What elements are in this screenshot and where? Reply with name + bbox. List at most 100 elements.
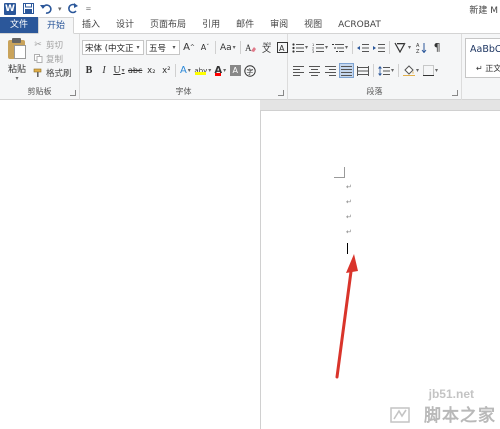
line-spacing-button[interactable]: ▾ xyxy=(377,63,395,78)
grow-font-label: A xyxy=(183,42,190,53)
text-effects-button[interactable]: A ▾ xyxy=(178,63,192,78)
paste-button[interactable]: 粘贴 ▾ xyxy=(4,38,30,82)
align-right-button[interactable] xyxy=(323,63,337,78)
tab-view[interactable]: 视图 xyxy=(296,17,330,33)
watermark-logo-icon xyxy=(390,407,410,423)
cut-label: 剪切 xyxy=(46,40,64,51)
redo-icon[interactable] xyxy=(68,3,80,15)
paste-dropdown-icon[interactable]: ▾ xyxy=(4,75,30,82)
font-group: 宋体 (中文正文 ▾ 五号 ▾ A^ Aˇ Aa▾ A 文wén A B xyxy=(80,34,289,100)
paste-label: 粘贴 xyxy=(7,65,26,75)
tab-insert[interactable]: 插入 xyxy=(74,17,108,33)
highlight-button[interactable]: aby ▾ xyxy=(193,63,212,78)
style-sample-text: AaBbCcDd xyxy=(470,44,500,55)
highlighter-icon: aby xyxy=(194,67,207,75)
tab-acrobat[interactable]: ACROBAT xyxy=(330,17,389,33)
red-arrow-annotation xyxy=(335,254,358,379)
shading-button[interactable]: ▾ xyxy=(402,63,420,78)
change-case-button[interactable]: Aa ▾ xyxy=(219,40,237,55)
bold-button[interactable]: B xyxy=(82,63,96,78)
character-shading-button[interactable]: A xyxy=(228,63,242,78)
tab-file[interactable]: 文件 xyxy=(0,17,38,33)
copy-icon xyxy=(33,54,43,64)
svg-text:A: A xyxy=(245,43,252,53)
tab-review[interactable]: 审阅 xyxy=(262,17,296,33)
align-center-icon xyxy=(308,65,320,76)
title-bar: W ▾ = 新建 M xyxy=(0,0,500,17)
ribbon-tabs: 文件 开始 插入 设计 页面布局 引用 邮件 审阅 视图 ACROBAT xyxy=(0,17,500,34)
undo-icon[interactable] xyxy=(40,3,52,15)
font-group-label: 字体 xyxy=(175,87,192,96)
tab-page-layout[interactable]: 页面布局 xyxy=(142,17,194,33)
undo-dropdown-icon[interactable]: ▾ xyxy=(58,5,62,13)
tab-references[interactable]: 引用 xyxy=(194,17,228,33)
svg-text:Z: Z xyxy=(416,49,420,53)
tab-mailings[interactable]: 邮件 xyxy=(228,17,262,33)
paragraph-launcher-icon[interactable] xyxy=(452,90,458,96)
format-painter-icon xyxy=(33,68,43,78)
shrink-font-button[interactable]: Aˇ xyxy=(198,40,212,55)
save-icon[interactable] xyxy=(22,3,34,15)
format-painter-button[interactable]: 格式刷 xyxy=(33,66,72,79)
style-name-label: ↵ 正文 xyxy=(476,64,500,73)
window-title: 新建 M xyxy=(469,6,498,16)
scissors-icon: ✂ xyxy=(34,39,42,50)
subscript-button[interactable]: x₂ xyxy=(144,63,158,78)
align-center-button[interactable] xyxy=(307,63,321,78)
ribbon: 粘贴 ▾ ✂ 剪切 复制 格式刷 剪贴板 宋体 (中文正文 ▾ 五号 ▾ A ^… xyxy=(0,34,500,100)
decrease-indent-icon[interactable] xyxy=(356,40,370,55)
clear-formatting-icon[interactable]: A xyxy=(244,40,258,55)
watermark-name: 脚本之家 xyxy=(424,406,496,426)
align-left-icon xyxy=(292,65,304,76)
change-case-label: Aa xyxy=(220,42,232,53)
phonetic-guide-icon[interactable]: 文 wén xyxy=(260,40,274,55)
paragraph-group-label: 段落 xyxy=(366,87,383,96)
svg-text:3: 3 xyxy=(312,50,314,53)
justify-button[interactable] xyxy=(339,63,354,78)
clipboard-group: 粘贴 ▾ ✂ 剪切 复制 格式刷 剪贴板 xyxy=(0,34,80,100)
enclose-characters-icon[interactable]: 字 xyxy=(243,63,257,78)
chinese-layout-icon[interactable]: ▾ xyxy=(393,40,412,55)
customize-qat-icon[interactable]: = xyxy=(86,5,92,13)
chevron-down-icon: ▾ xyxy=(134,41,142,54)
document-area[interactable]: ↵ ↵ ↵ ↵ jb51.net 脚本之家 xyxy=(0,100,500,429)
font-color-icon: A xyxy=(214,65,222,76)
sort-icon[interactable]: AZ xyxy=(414,40,428,55)
borders-button[interactable]: ▾ xyxy=(422,63,439,78)
distributed-button[interactable] xyxy=(356,63,370,78)
align-left-button[interactable] xyxy=(291,63,305,78)
italic-button[interactable]: I xyxy=(97,63,111,78)
increase-indent-icon[interactable] xyxy=(372,40,386,55)
tab-home[interactable]: 开始 xyxy=(38,17,75,34)
paste-icon xyxy=(7,38,27,60)
text-effects-label: A xyxy=(179,65,187,76)
clipboard-group-label: 剪贴板 xyxy=(27,87,52,96)
show-marks-button[interactable]: ¶ xyxy=(430,40,444,55)
font-color-button[interactable]: A ▾ xyxy=(213,63,227,78)
numbering-button[interactable]: 1 2 3 ▾ xyxy=(311,40,329,55)
font-size-value: 五号 xyxy=(149,43,167,54)
grow-font-button[interactable]: A ^ xyxy=(182,40,196,55)
font-launcher-icon[interactable] xyxy=(278,90,284,96)
underline-button[interactable]: U ▾ xyxy=(112,63,126,78)
chevron-down-icon: ▾ xyxy=(170,41,178,54)
copy-button[interactable]: 复制 xyxy=(33,52,63,65)
format-painter-label: 格式刷 xyxy=(46,68,72,79)
align-right-icon xyxy=(324,65,336,76)
underline-label: U xyxy=(113,65,121,76)
word-app-icon[interactable]: W xyxy=(4,2,16,15)
superscript-button[interactable]: x² xyxy=(159,63,173,78)
quick-access-toolbar: W ▾ = xyxy=(4,1,91,16)
cut-button[interactable]: ✂ 剪切 xyxy=(33,38,63,51)
strikethrough-button[interactable]: abc xyxy=(127,63,143,78)
copy-label: 复制 xyxy=(46,54,64,65)
font-name-select[interactable]: 宋体 (中文正文 ▾ xyxy=(82,40,144,55)
style-normal[interactable]: AaBbCcDd ↵ 正文 xyxy=(465,38,500,78)
tab-design[interactable]: 设计 xyxy=(108,17,142,33)
clipboard-launcher-icon[interactable] xyxy=(70,90,76,96)
multilevel-list-button[interactable]: ▾ xyxy=(331,40,349,55)
font-size-select[interactable]: 五号 ▾ xyxy=(146,40,180,55)
svg-text:字: 字 xyxy=(247,67,254,76)
paragraph-group: ▾ 1 2 3 ▾ ▾ ▾ AZ ¶ ▾ ▾ ▾ 段落 xyxy=(288,34,462,100)
bullets-button[interactable]: ▾ xyxy=(291,40,309,55)
